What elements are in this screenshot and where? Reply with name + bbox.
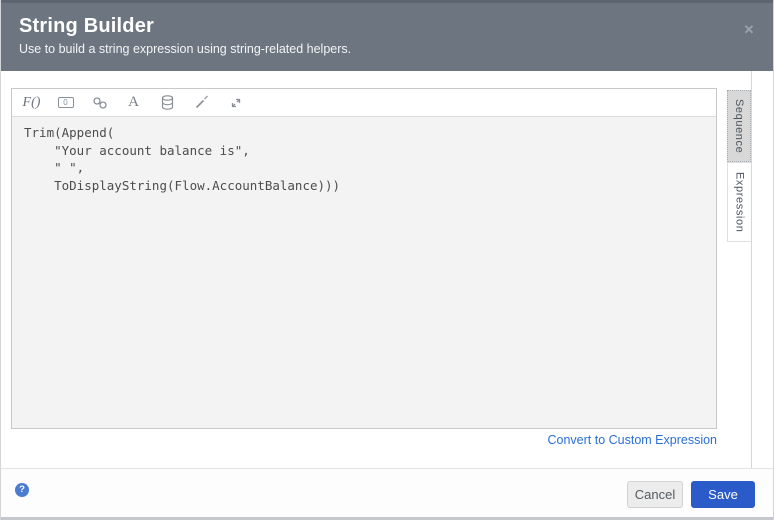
link-icon[interactable] <box>90 94 109 112</box>
tab-sequence[interactable]: Sequence <box>727 90 751 162</box>
function-icon[interactable]: F() <box>22 94 41 112</box>
dialog-title: String Builder <box>19 15 155 37</box>
tab-expression-label: Expression <box>733 171 746 233</box>
close-icon[interactable]: ✕ <box>741 22 757 38</box>
cancel-button[interactable]: Cancel <box>627 481 683 508</box>
wand-icon[interactable] <box>192 94 211 112</box>
convert-to-custom-expression-link[interactable]: Convert to Custom Expression <box>11 433 717 447</box>
expression-editor: F() 0 A Trim(Append("Your account balan… <box>11 88 717 429</box>
dialog-footer: ? Cancel Save <box>1 468 773 517</box>
dialog-subtitle: Use to build a string expression using s… <box>19 42 352 56</box>
help-icon[interactable]: ? <box>15 483 29 497</box>
string-builder-dialog: String Builder Use to build a string exp… <box>0 0 774 520</box>
database-icon[interactable] <box>158 94 177 112</box>
editor-toolbar: F() 0 A <box>12 89 716 117</box>
constant-icon[interactable]: 0 <box>56 94 75 112</box>
text-icon[interactable]: A <box>124 94 143 112</box>
footer-buttons: Cancel Save <box>627 481 755 508</box>
dialog-header: String Builder Use to build a string exp… <box>1 0 773 71</box>
right-rail-divider <box>751 71 752 468</box>
tab-sequence-label: Sequence <box>733 98 745 154</box>
expression-code-area[interactable]: Trim(Append( "Your account balance is", … <box>12 117 716 428</box>
tab-expression[interactable]: Expression <box>727 162 751 242</box>
expand-icon[interactable] <box>226 94 245 112</box>
save-button[interactable]: Save <box>691 481 755 508</box>
